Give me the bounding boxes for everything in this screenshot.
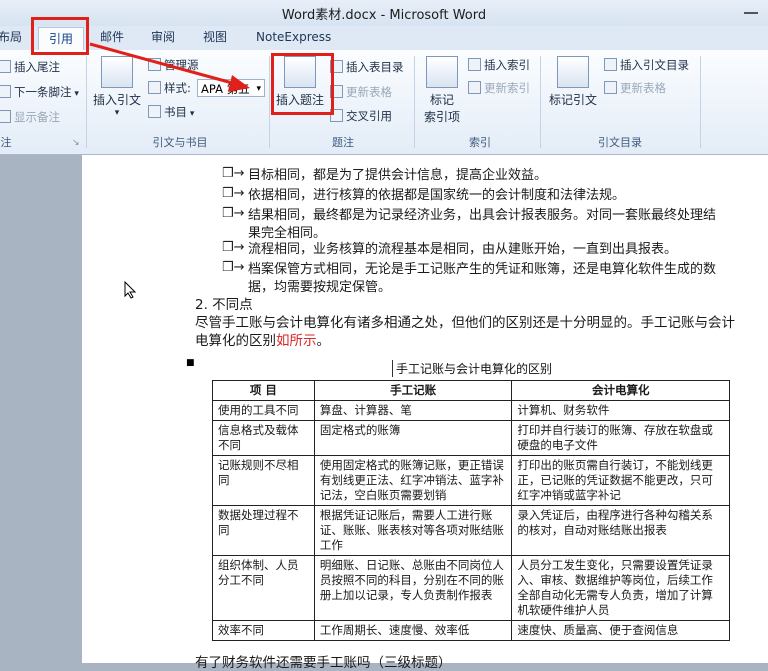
table-caption[interactable]: 手工记账与会计电算化的区别 <box>392 360 552 377</box>
table-cell: 录入凭证后，由程序进行各种勾稽关系的核对，自动对账结账出报表 <box>511 505 730 556</box>
bullet-icon: ❒→ <box>222 206 245 221</box>
table-cell: 算盘、计算器、笔 <box>313 400 513 421</box>
table-header-cell: 会计电算化 <box>511 380 730 401</box>
table-cell: 打印出的账页需自行装订，不能划线更正，已记账的凭证数据不能更改，只可红字冲销或蓝… <box>511 455 730 506</box>
mouse-cursor-icon <box>124 281 137 299</box>
section-heading: 2. 不同点 <box>195 297 253 313</box>
bullet-item: 结果相同，最终都是为记录经济业务，出具会计报表服务。对同一套账最终处理结 <box>248 208 717 223</box>
table-cell: 信息格式及载体不同 <box>212 420 315 456</box>
bottom-heading: 有了财务软件还需要手工账吗（三级标题） <box>195 655 452 671</box>
table-row: 效率不同 工作周期长、速度慢、效率低 速度快、质量高、便于查阅信息 <box>212 620 730 641</box>
bullet-item: 依据相同，进行核算的依据都是国家统一的会计制度和法律法规。 <box>248 188 626 203</box>
arrow-head-icon <box>228 75 250 92</box>
table-row: 数据处理过程不同 根据凭证记账后，需要人工进行账证、账账、账表核对等各项对账结账… <box>212 505 730 556</box>
bullet-icon: ❒→ <box>222 240 245 255</box>
document-area: ❒→ 目标相同，都是为了提供会计信息，提高企业效益。 ❒→ 依据相同，进行核算的… <box>0 155 768 671</box>
table-cell: 根据凭证记账后，需要人工进行账证、账账、账表核对等各项对账结账工作 <box>313 505 513 556</box>
table-header-row: 项 目 手工记账 会计电算化 <box>212 380 730 401</box>
table-header-cell: 项 目 <box>212 380 315 401</box>
paragraph-line: 电算化的区别如所示。 <box>195 333 330 349</box>
bullet-item: 流程相同，业务核算的流程基本是相同，由从建账开始，一直到出具报表。 <box>248 242 678 257</box>
caption-reference[interactable]: 如所示 <box>276 333 317 349</box>
bullet-item: 目标相同，都是为了提供会计信息，提高企业效益。 <box>248 168 548 183</box>
paragraph-line: 尽管手工账与会计电算化有诸多相通之处，但他们的区别还是十分明显的。手工记账与会计 <box>195 315 735 331</box>
bullet-icon: ❒→ <box>222 260 245 275</box>
bullet-icon: ❒→ <box>222 186 245 201</box>
table-row: 组织体制、人员分工不同 明细账、日记账、总账由不同岗位人员按照不同的科目，分别在… <box>212 555 730 621</box>
table-cell: 使用的工具不同 <box>212 400 315 421</box>
arrow-line <box>89 42 237 86</box>
bullet-item-cont: 据，均需要按规定保管。 <box>248 280 392 295</box>
table-cell: 打印并自行装订的账簿、存放在软盘或硬盘的电子文件 <box>511 420 730 456</box>
table-cell: 人员分工发生变化，只需要设置凭证录入、审核、数据维护等岗位，后续工作全部自动化无… <box>511 555 730 621</box>
table-cell: 效率不同 <box>212 620 315 641</box>
table-cell: 使用固定格式的账簿记账，更正错误有划线更正法、红字冲销法、蓝字补记法，空白账页需… <box>313 455 513 506</box>
comparison-table: 项 目 手工记账 会计电算化 使用的工具不同 算盘、计算器、笔 计算机、财务软件… <box>212 380 730 641</box>
table-row: 信息格式及载体不同 固定格式的账簿 打印并自行装订的账簿、存放在软盘或硬盘的电子… <box>212 420 730 456</box>
table-cell: 计算机、财务软件 <box>511 400 730 421</box>
table-row: 使用的工具不同 算盘、计算器、笔 计算机、财务软件 <box>212 400 730 421</box>
table-cell: 记账规则不尽相同 <box>212 455 315 506</box>
table-cell: 工作周期长、速度慢、效率低 <box>313 620 513 641</box>
table-cell: 组织体制、人员分工不同 <box>212 555 315 621</box>
table-cell: 速度快、质量高、便于查阅信息 <box>511 620 730 641</box>
table-cell: 明细账、日记账、总账由不同岗位人员按照不同的科目，分别在不同的账册上加以记录，专… <box>313 555 513 621</box>
table-header-cell: 手工记账 <box>313 380 513 401</box>
table-cell: 固定格式的账簿 <box>313 420 513 456</box>
bullet-item: 档案保管方式相同，无论是手工记账产生的凭证和账簿，还是电算化软件生成的数 <box>248 262 717 277</box>
table-row: 记账规则不尽相同 使用固定格式的账簿记账，更正错误有划线更正法、红字冲销法、蓝字… <box>212 455 730 506</box>
table-cell: 数据处理过程不同 <box>212 505 315 556</box>
bullet-icon: ❒→ <box>222 166 245 181</box>
list-marker-icon: ■ <box>186 358 195 368</box>
